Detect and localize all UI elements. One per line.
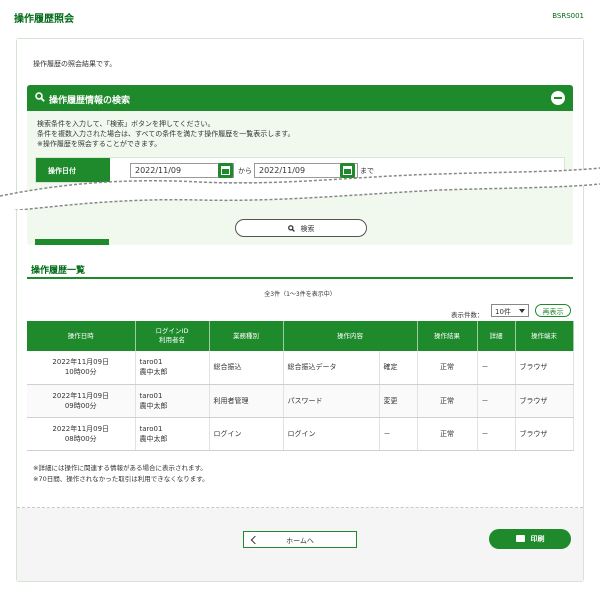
search-button[interactable]: 検索: [235, 219, 367, 237]
note-line: ※詳細には操作に関連する情報がある場合に表示されます。: [33, 464, 207, 472]
content-frame: 操作履歴の照会結果です。 操作履歴情報の検索 検索条件を入力して、「検索」ボタン…: [16, 38, 584, 582]
search-desc-line: 検索条件を入力して、「検索」ボタンを押してください。: [37, 120, 215, 128]
search-desc-line: ※操作履歴を照会することができます。: [37, 140, 162, 148]
cell-user: 農中太郎: [139, 434, 168, 443]
per-page-label: 表示件数：: [451, 311, 484, 319]
cell-datetime: 2022年11月09日 08時00分: [27, 417, 136, 451]
cell-time: 10時00分: [64, 368, 97, 377]
magnifier-icon: [287, 225, 295, 232]
print-button-label: 印刷: [530, 535, 545, 543]
search-description: 検索条件を入力して、「検索」ボタンを押してください。 条件を複数入力された場合は…: [37, 119, 295, 149]
table-row: 2022年11月09日 08時00分 taro01 農中太郎 ログイン ログイン －…: [27, 417, 574, 451]
minus-circle-icon[interactable]: [551, 91, 565, 105]
col-header-user-name: 利用者名: [159, 336, 185, 344]
col-header-content: 操作内容: [283, 321, 418, 351]
col-header-category: 業務種別: [209, 321, 284, 351]
home-button[interactable]: ホームへ: [243, 531, 357, 548]
content-card: 操作履歴の照会結果です。 操作履歴情報の検索 検索条件を入力して、「検索」ボタン…: [17, 39, 583, 581]
history-table: 操作日時 ログインID 利用者名 業務種別 操作内容 操作結果 詳細 操作端末 2…: [27, 321, 574, 451]
col-header-datetime: 操作日時: [27, 321, 136, 351]
cell-date: 2022年11月09日: [52, 358, 110, 367]
col-header-login: ログインID 利用者名: [135, 321, 210, 351]
table-header-row: 操作日時 ログインID 利用者名 業務種別 操作内容 操作結果 詳細 操作端末: [27, 321, 574, 351]
screen-id: BSRS001: [552, 12, 584, 20]
omission-wave: [0, 167, 600, 210]
col-header-login-id: ログインID: [155, 327, 189, 335]
intro-text: 操作履歴の照会結果です。: [33, 60, 117, 68]
list-title-rule: [27, 277, 573, 279]
cell-login-id: taro01: [139, 391, 163, 400]
cell-time: 08時00分: [64, 434, 97, 443]
page-title: 操作履歴照会: [14, 14, 74, 25]
cell-category: 利用者管理: [209, 384, 284, 418]
result-count: 全3件（1～3件を表示中）: [264, 291, 336, 298]
cell-terminal: ブラウザ: [515, 384, 574, 418]
table-row: 2022年11月09日 10時00分 taro01 農中太郎 総合振込 総合振込デー…: [27, 351, 574, 385]
col-header-detail: 詳細: [477, 321, 516, 351]
cell-content: ログイン: [283, 417, 380, 451]
cell-result: 正常: [417, 417, 478, 451]
cell-login-id: taro01: [139, 358, 163, 367]
cell-action: －: [379, 417, 418, 451]
search-panel-header[interactable]: 操作履歴情報の検索: [27, 85, 573, 111]
home-button-label: ホームへ: [286, 537, 314, 545]
search-desc-line: 条件を複数入力された場合は、すべての条件を満たす操作履歴を一覧表示します。: [37, 130, 295, 138]
page-header: 操作履歴照会 BSRS001: [0, 0, 600, 30]
cell-result: 正常: [417, 384, 478, 418]
cell-detail: －: [477, 417, 516, 451]
col-header-result: 操作結果: [417, 321, 478, 351]
cell-detail: －: [477, 384, 516, 418]
cell-action: 変更: [379, 384, 418, 418]
cell-date: 2022年11月09日: [52, 391, 110, 400]
chevron-left-icon: [250, 535, 260, 545]
per-page-value: 10件: [495, 308, 511, 316]
magnifier-icon: [35, 92, 45, 102]
list-title: 操作履歴一覧: [31, 266, 86, 276]
table-row: 2022年11月09日 09時00分 taro01 農中太郎 利用者管理 パスワード…: [27, 384, 574, 418]
cell-login: taro01 農中太郎: [135, 351, 210, 385]
search-panel-title: 操作履歴情報の検索: [49, 96, 131, 106]
col-header-terminal: 操作端末: [515, 321, 574, 351]
cell-user: 農中太郎: [139, 368, 168, 377]
cell-login-id: taro01: [139, 424, 163, 433]
redisplay-button[interactable]: 再表示: [535, 304, 571, 317]
cell-terminal: ブラウザ: [515, 417, 574, 451]
search-button-label: 検索: [300, 225, 315, 233]
cell-content: 総合振込データ: [283, 351, 380, 385]
per-page-select[interactable]: 10件: [491, 304, 529, 317]
chevron-down-icon: [519, 309, 525, 313]
cell-user: 農中太郎: [139, 401, 168, 410]
cell-login: taro01 農中太郎: [135, 384, 210, 418]
note-line: ※70日間、操作されなかった取引は利用できなくなります。: [33, 475, 209, 483]
cell-time: 09時00分: [64, 401, 97, 410]
cell-date: 2022年11月09日: [52, 424, 110, 433]
condition-row-partial: [35, 239, 565, 245]
cell-category: ログイン: [209, 417, 284, 451]
cell-datetime: 2022年11月09日 09時00分: [27, 384, 136, 418]
cell-action: 確定: [379, 351, 418, 385]
printer-icon: [515, 535, 525, 542]
cell-result: 正常: [417, 351, 478, 385]
cell-terminal: ブラウザ: [515, 351, 574, 385]
cell-content: パスワード: [283, 384, 380, 418]
cell-category: 総合振込: [209, 351, 284, 385]
cell-detail: －: [477, 351, 516, 385]
print-button[interactable]: 印刷: [489, 529, 571, 549]
cell-datetime: 2022年11月09日 10時00分: [27, 351, 136, 385]
notes: ※詳細には操作に関連する情報がある場合に表示されます。 ※70日間、操作されなか…: [33, 463, 209, 485]
cell-login: taro01 農中太郎: [135, 417, 210, 451]
